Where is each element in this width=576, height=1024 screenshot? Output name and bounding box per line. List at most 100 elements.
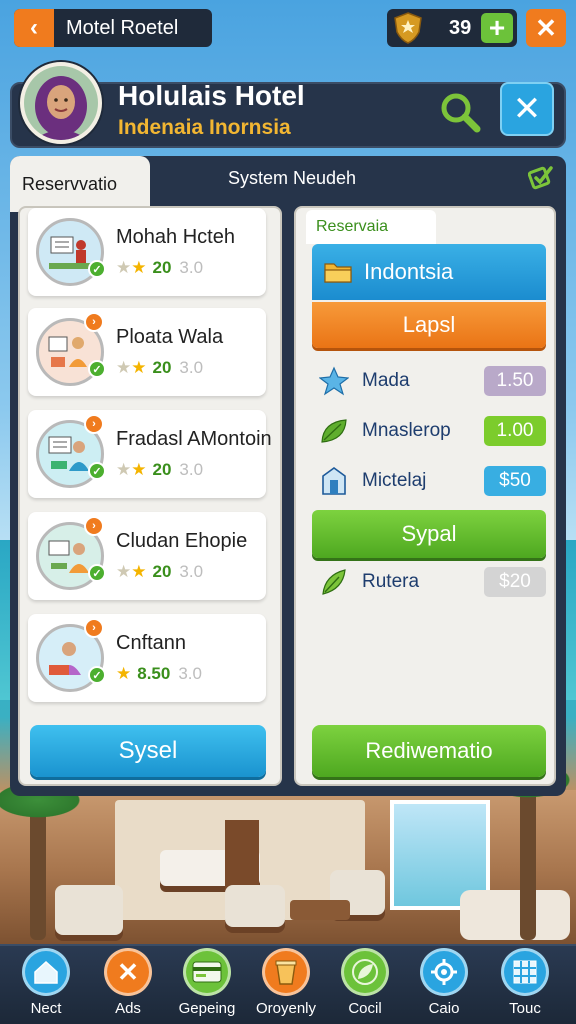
rating-max: 3.0 <box>179 258 204 277</box>
stat-row-mnaslerop: Mnaslerop 1.00 <box>318 413 546 449</box>
stat-value: $20 <box>484 567 546 597</box>
nav-item-nect[interactable]: Nect <box>11 948 81 1020</box>
nav-label: Touc <box>509 1000 541 1017</box>
hotel-name: Fradasl AMontoin <box>116 428 272 450</box>
coin-count: 39 <box>449 16 472 39</box>
check-icon: ✓ <box>88 666 106 684</box>
nav-item-touc[interactable]: Touc <box>490 948 560 1020</box>
folder-icon <box>324 261 352 283</box>
feather-icon <box>318 566 350 598</box>
alert-badge-icon: › <box>84 312 104 332</box>
palm-tree <box>480 760 576 940</box>
star-empty-icon: ★ <box>116 258 132 277</box>
hotel-rating: ★ ★ 20 3.0 <box>116 562 203 582</box>
nav-item-ads[interactable]: ✕ Ads <box>93 948 163 1020</box>
redirect-button[interactable]: Rediwematio <box>312 725 546 777</box>
palm-tree <box>0 780 86 940</box>
card-icon <box>183 948 231 996</box>
close-header-button[interactable]: ✕ <box>500 82 554 136</box>
list-item[interactable]: ✓ Mohah Hcteh ★ ★ 20 3.0 <box>28 208 266 296</box>
home-icon <box>22 948 70 996</box>
stat-value: $50 <box>484 466 546 496</box>
star-empty-icon: ★ <box>116 358 132 377</box>
sypal-button[interactable]: Sypal <box>312 510 546 558</box>
rating-score: 20 <box>152 460 172 479</box>
nav-label: Gepeing <box>178 1000 236 1017</box>
list-item[interactable]: › ✓ Cludan Ehopie ★ ★ 20 3.0 <box>28 512 266 600</box>
hotel-rating: ★ ★ 20 3.0 <box>116 258 203 278</box>
close-icon: ✕ <box>104 948 152 996</box>
back-label: Motel Roetel <box>66 16 179 39</box>
shield-icon <box>391 11 425 45</box>
alert-badge-icon: › <box>84 618 104 638</box>
list-item[interactable]: › ✓ Ploata Wala ★ ★ 20 3.0 <box>28 308 266 396</box>
hotel-name: Cnftann <box>116 632 187 654</box>
rating-max: 3.0 <box>179 460 204 479</box>
check-icon: ✓ <box>88 360 106 378</box>
close-button[interactable]: ✕ <box>526 9 566 47</box>
country-label: Indontsia <box>364 259 454 284</box>
nav-item-oroyenly[interactable]: Oroyenly <box>251 948 321 1020</box>
nav-label: Nect <box>30 1000 62 1017</box>
search-icon <box>441 93 481 133</box>
rating-max: 3.0 <box>179 358 204 377</box>
hotel-title: Holulais Hotel <box>118 80 305 111</box>
star-icon: ★ <box>131 562 147 581</box>
tab-reservaia[interactable]: Reservaia <box>306 210 436 244</box>
star-icon: ★ <box>131 460 147 479</box>
stat-label: Mada <box>362 370 410 391</box>
nav-label: Cocil <box>348 1000 382 1017</box>
tab-system[interactable]: System Neudeh <box>228 168 356 189</box>
nav-item-gepeing[interactable]: Gepeing <box>172 948 242 1020</box>
star-icon: ★ <box>116 664 132 683</box>
bucket-icon <box>262 948 310 996</box>
rating-score: 20 <box>152 358 172 377</box>
stat-label: Mictelaj <box>362 470 427 491</box>
back-button[interactable]: ‹ Motel Roetel <box>14 9 212 47</box>
sysel-button[interactable]: Sysel <box>30 725 266 777</box>
add-coins-button[interactable]: + <box>481 13 513 43</box>
stat-row-rutera: Rutera $20 <box>318 564 546 600</box>
rating-max: 3.0 <box>178 664 202 683</box>
tab-reservation[interactable]: Reservvatio <box>10 156 150 212</box>
nav-label: Caio <box>428 1000 460 1017</box>
currency-display: 39 + <box>387 9 517 47</box>
rating-score: 8.50 <box>137 664 171 683</box>
leaf-icon <box>318 415 350 447</box>
nav-label: Oroyenly <box>255 1000 317 1017</box>
checkmark-icon[interactable] <box>527 164 554 190</box>
hotel-rating: ★ ★ 20 3.0 <box>116 460 203 480</box>
rating-score: 20 <box>152 562 172 581</box>
nav-item-cocil[interactable]: Cocil <box>330 948 400 1020</box>
check-icon: ✓ <box>88 260 106 278</box>
hotel-name: Ploata Wala <box>116 326 224 348</box>
hotel-name: Cludan Ehopie <box>116 530 248 552</box>
stat-row-mada: Mada 1.50 <box>318 363 546 399</box>
avatar[interactable] <box>20 62 102 144</box>
list-item[interactable]: › ✓ Cnftann ★ 8.50 3.0 <box>28 614 266 702</box>
back-arrow-icon: ‹ <box>14 9 54 47</box>
top-bar: ‹ Motel Roetel 39 + ✕ <box>0 0 576 56</box>
star-icon: ★ <box>131 258 147 277</box>
nav-label: Ads <box>115 1000 141 1017</box>
gear-icon <box>420 948 468 996</box>
hotel-name: Mohah Hcteh <box>116 226 235 248</box>
lapsl-button[interactable]: Lapsl <box>312 302 546 348</box>
check-icon: ✓ <box>88 564 106 582</box>
hotel-rating: ★ 8.50 3.0 <box>116 664 202 684</box>
grid-icon <box>501 948 549 996</box>
nav-item-caio[interactable]: Caio <box>409 948 479 1020</box>
alert-badge-icon: › <box>84 414 104 434</box>
alert-badge-icon: › <box>84 516 104 536</box>
check-icon: ✓ <box>88 462 106 480</box>
background-room <box>0 790 576 950</box>
search-button[interactable] <box>436 88 484 136</box>
stat-label: Mnaslerop <box>362 420 451 441</box>
rating-score: 20 <box>152 258 172 277</box>
list-item[interactable]: › ✓ Fradasl AMontoin ★ ★ 20 3.0 <box>28 410 272 498</box>
hotel-subtitle: Indenaia Inornsia <box>118 116 291 139</box>
building-icon <box>318 465 350 497</box>
hotel-rating: ★ ★ 20 3.0 <box>116 358 203 378</box>
country-header[interactable]: Indontsia <box>312 244 546 300</box>
stat-label: Rutera <box>362 571 420 592</box>
